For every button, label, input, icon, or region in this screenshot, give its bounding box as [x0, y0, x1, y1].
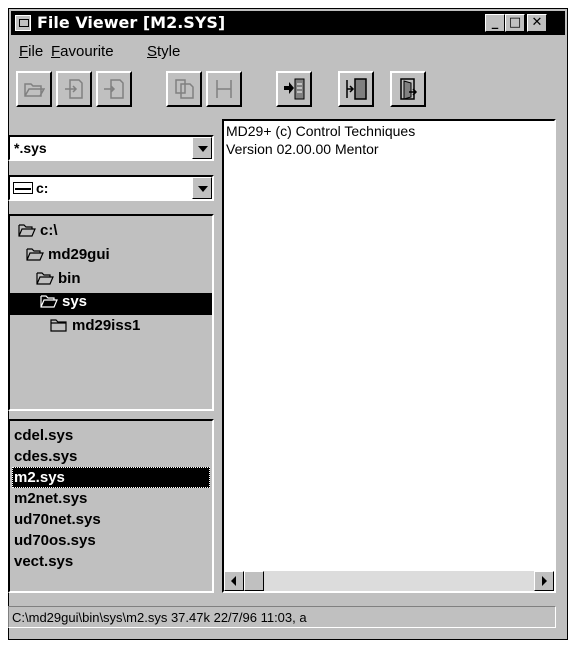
dir-md29gui[interactable]: md29gui	[26, 246, 110, 268]
receive-panel-icon	[346, 78, 367, 100]
list-item[interactable]: m2net.sys	[12, 488, 210, 509]
receive-panel-button[interactable]	[338, 71, 374, 107]
arrow-right-icon	[542, 576, 547, 586]
content-line: Version 02.00.00 Mentor	[226, 141, 379, 157]
open-folder-icon	[36, 272, 54, 285]
copy-button[interactable]	[166, 71, 202, 107]
list-item-selected[interactable]: m2.sys	[12, 467, 210, 488]
list-item[interactable]: ud70net.sys	[12, 509, 210, 530]
close-button[interactable]: ✕	[527, 14, 547, 32]
exit-door-icon	[400, 78, 418, 100]
window-title: File Viewer [M2.SYS]	[37, 13, 226, 32]
folder-icon	[50, 319, 67, 332]
open-folder-icon	[26, 248, 44, 261]
dir-sys[interactable]: sys	[10, 293, 212, 315]
drive-icon	[13, 182, 33, 194]
open-folder-icon	[18, 224, 36, 237]
send-to-panel-button[interactable]	[276, 71, 312, 107]
dir-c-root[interactable]: c:\	[18, 222, 58, 244]
directory-tree[interactable]: c:\ md29gui bin sys md29iss1	[8, 214, 214, 411]
minimize-button[interactable]: _	[485, 14, 505, 32]
export-button[interactable]	[56, 71, 92, 107]
file-content-viewer[interactable]: MD29+ (c) Control Techniques Version 02.…	[222, 119, 556, 593]
dir-md29iss1[interactable]: md29iss1	[50, 317, 140, 339]
scroll-left-button[interactable]	[224, 571, 244, 591]
list-item[interactable]: cdel.sys	[12, 425, 210, 446]
drive-select[interactable]: c:	[8, 175, 214, 201]
menu-favourite[interactable]: Favourite	[51, 43, 114, 60]
exit-button[interactable]	[390, 71, 426, 107]
send-to-panel-icon	[284, 78, 305, 100]
save-button[interactable]	[206, 71, 242, 107]
file-filter-select[interactable]: *.sys	[8, 135, 214, 161]
scroll-thumb[interactable]	[244, 571, 264, 591]
open-button[interactable]	[16, 71, 52, 107]
file-list[interactable]: cdel.sys cdes.sys m2.sys m2net.sys ud70n…	[8, 419, 214, 593]
content-line: MD29+ (c) Control Techniques	[226, 123, 416, 139]
list-item[interactable]: ud70os.sys	[12, 530, 210, 551]
save-icon	[216, 80, 232, 98]
menu-style[interactable]: Style	[147, 43, 180, 60]
drive-value: c:	[36, 180, 49, 196]
arrow-left-icon	[231, 576, 236, 586]
export-file-icon	[65, 79, 83, 99]
open-folder-icon	[24, 83, 45, 97]
import-file-icon	[104, 79, 124, 99]
file-list-items: cdel.sys cdes.sys m2.sys m2net.sys ud70n…	[12, 425, 210, 572]
scroll-right-button[interactable]	[534, 571, 554, 591]
menu-bar: File Favourite Style	[11, 39, 565, 63]
menu-file[interactable]: File	[19, 43, 43, 60]
list-item[interactable]: vect.sys	[12, 551, 210, 572]
dir-bin[interactable]: bin	[36, 270, 81, 292]
open-folder-icon	[40, 295, 58, 308]
status-bar: C:\md29gui\bin\sys\m2.sys 37.47k 22/7/96…	[8, 606, 556, 628]
copy-icon	[175, 79, 194, 99]
file-filter-value: *.sys	[14, 140, 47, 156]
list-item[interactable]: cdes.sys	[12, 446, 210, 467]
chevron-down-icon[interactable]	[192, 137, 212, 159]
app-icon[interactable]	[15, 15, 31, 31]
import-button[interactable]	[96, 71, 132, 107]
title-bar[interactable]: File Viewer [M2.SYS] _ □ ✕	[11, 11, 565, 35]
chevron-down-icon[interactable]	[192, 177, 212, 199]
maximize-button[interactable]: □	[505, 14, 525, 32]
horizontal-scrollbar[interactable]	[224, 571, 554, 591]
status-text: C:\md29gui\bin\sys\m2.sys 37.47k 22/7/96…	[12, 610, 307, 625]
